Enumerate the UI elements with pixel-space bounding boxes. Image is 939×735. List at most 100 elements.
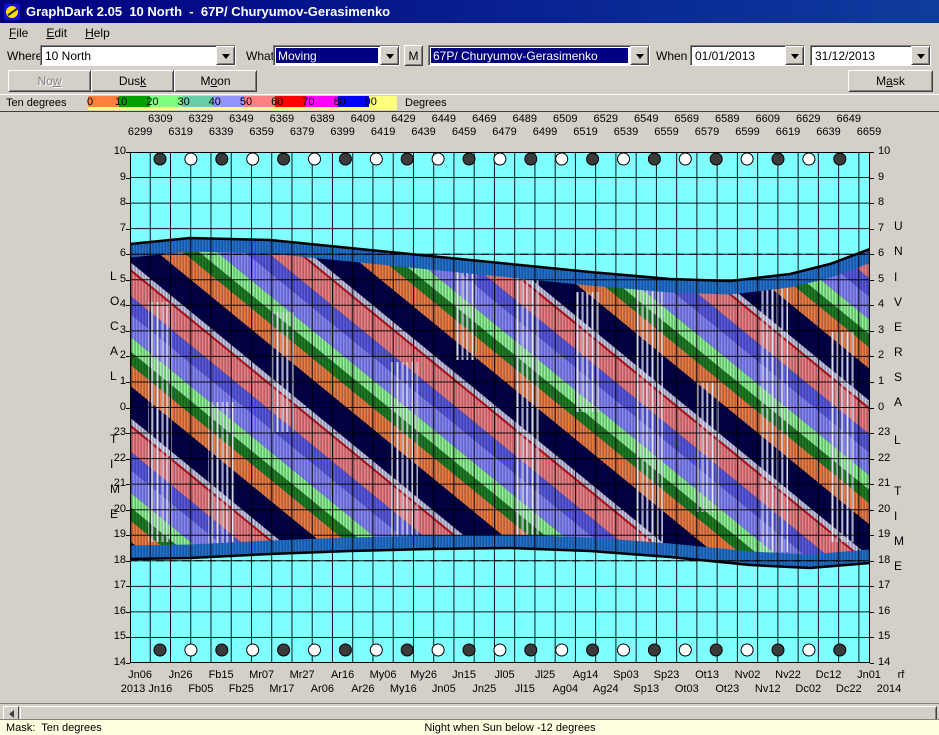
right-axis-letter: L bbox=[894, 433, 901, 447]
bottom-axis-label: Jn26 bbox=[168, 669, 193, 681]
axis-tick bbox=[126, 535, 130, 537]
date-to-combobox[interactable]: 31/12/2013 bbox=[810, 45, 931, 66]
left-axis-letter: T bbox=[110, 432, 118, 446]
right-axis-letter: I bbox=[894, 509, 898, 523]
top-axis-label: 6539 bbox=[613, 126, 639, 138]
chevron-down-icon[interactable] bbox=[630, 46, 649, 65]
right-hour-label: 9 bbox=[878, 170, 885, 183]
top-axis-label: 6399 bbox=[330, 126, 355, 138]
top-axis-label: 6299 bbox=[127, 126, 153, 138]
legend-tick: 0 bbox=[86, 96, 94, 108]
where-combobox[interactable]: 10 North bbox=[40, 45, 236, 66]
right-hour-label: 16 bbox=[878, 604, 891, 617]
top-axis-label: 6659 bbox=[856, 126, 882, 138]
date-to-value: 31/12/2013 bbox=[815, 49, 876, 63]
legend-tick: 70 bbox=[302, 96, 315, 108]
bottom-axis-label: Nv02 bbox=[734, 669, 761, 681]
bottom-axis-label: Mr17 bbox=[269, 683, 295, 695]
top-axis-label: 6629 bbox=[796, 113, 821, 125]
bottom-axis-label: Jn06 bbox=[128, 669, 153, 681]
axis-tick bbox=[126, 663, 130, 664]
right-hour-label: 14 bbox=[878, 656, 891, 668]
left-hour-label: 7 bbox=[119, 221, 126, 234]
right-hour-label: 0 bbox=[878, 400, 885, 413]
right-hour-label: 22 bbox=[878, 451, 891, 464]
chevron-down-icon[interactable] bbox=[216, 46, 235, 65]
left-hour-label: 6 bbox=[119, 247, 126, 260]
top-axis-label: 6619 bbox=[775, 126, 801, 138]
top-axis-label: 6499 bbox=[532, 126, 558, 138]
top-axis-label: 6379 bbox=[289, 126, 315, 138]
object-value: 67P/ Churyumov-Gerasimenko bbox=[431, 48, 628, 63]
bottom-axis-label: Fb15 bbox=[208, 669, 234, 681]
date-from-combobox[interactable]: 01/01/2013 bbox=[690, 45, 805, 66]
top-axis-label: 6489 bbox=[512, 113, 538, 125]
chevron-down-icon[interactable] bbox=[380, 46, 399, 65]
horizontal-scrollbar[interactable] bbox=[0, 703, 939, 721]
left-hour-label: 18 bbox=[113, 553, 126, 566]
bottom-axis-label: My26 bbox=[410, 669, 438, 681]
top-axis-label: 6639 bbox=[816, 126, 841, 138]
right-hour-label: 10 bbox=[878, 145, 891, 157]
moon-button[interactable]: Mo on bbox=[174, 70, 257, 92]
axis-tick bbox=[870, 484, 874, 486]
axis-tick bbox=[870, 611, 874, 613]
bottom-axis-label: rf bbox=[897, 669, 905, 681]
axis-tick bbox=[870, 152, 874, 153]
chevron-down-icon[interactable] bbox=[911, 46, 930, 65]
app-icon bbox=[4, 3, 20, 20]
chart-area: 6309 6329 6349 6369 6389 6409 6429 6449 6469 6489… bbox=[0, 112, 939, 703]
menu-item-edit[interactable]: Edit bbox=[37, 24, 76, 42]
bottom-axis-label: Sp23 bbox=[653, 669, 680, 681]
bottom-axis-label: Sp13 bbox=[633, 683, 660, 695]
menu-item-help[interactable]: Help bbox=[76, 24, 119, 42]
bottom-axis-label: Ot13 bbox=[695, 669, 719, 681]
left-axis-letter: L bbox=[110, 269, 117, 283]
legend-tick: 90 bbox=[364, 96, 377, 108]
menu-item-file[interactable]: File bbox=[0, 24, 37, 42]
axis-tick bbox=[870, 407, 874, 409]
axis-tick bbox=[870, 381, 874, 383]
right-hour-label: 4 bbox=[878, 298, 885, 311]
toolbar: Where 10 North What Moving M 67P/ Churyu… bbox=[0, 42, 939, 69]
bottom-axis-label: Dc22 bbox=[835, 683, 862, 695]
object-combobox[interactable]: 67P/ Churyumov-Gerasimenko bbox=[428, 45, 650, 66]
chevron-down-icon[interactable] bbox=[785, 46, 804, 65]
left-axis-letter: O bbox=[110, 294, 120, 308]
legend-label: Ten degrees bbox=[6, 97, 67, 109]
axis-tick bbox=[870, 330, 874, 332]
top-axis-label: 6429 bbox=[391, 113, 416, 125]
now-button[interactable]: No w bbox=[8, 70, 91, 92]
bottom-axis-label: Nv22 bbox=[775, 669, 801, 681]
dusk-button[interactable]: Dus k bbox=[91, 70, 174, 92]
status-night-text: Night when Sun below -12 degrees bbox=[424, 722, 596, 734]
top-axis-label: 6359 bbox=[249, 126, 274, 138]
right-axis-letter: V bbox=[894, 295, 903, 309]
axis-tick bbox=[870, 254, 874, 256]
bottom-axis-label: Jl05 bbox=[494, 669, 515, 681]
left-axis-letter: I bbox=[110, 457, 114, 471]
where-label: Where bbox=[7, 49, 43, 63]
left-axis-letter: C bbox=[110, 319, 119, 333]
bottom-axis-label: Jn15 bbox=[452, 669, 476, 681]
bottom-axis-label: Ar26 bbox=[351, 683, 375, 695]
left-hour-label: 9 bbox=[119, 170, 126, 183]
right-axis-letter: E bbox=[894, 559, 903, 573]
right-axis-letter: U bbox=[894, 219, 903, 233]
legend-tick: 60 bbox=[271, 96, 284, 108]
axis-tick bbox=[870, 637, 874, 639]
axis-tick bbox=[870, 586, 874, 588]
m-button[interactable]: M bbox=[404, 45, 423, 66]
top-axis-label: 6449 bbox=[431, 113, 457, 125]
axis-tick bbox=[126, 458, 130, 460]
top-axis-label: 6389 bbox=[310, 113, 335, 125]
mask-button[interactable]: Ma sk bbox=[848, 70, 933, 92]
bottom-axis-label: Ag14 bbox=[572, 669, 599, 681]
left-hour-label: 19 bbox=[113, 528, 126, 541]
axis-tick bbox=[126, 177, 130, 179]
axis-tick bbox=[870, 458, 874, 460]
axis-tick bbox=[126, 381, 130, 383]
what-combobox[interactable]: Moving bbox=[273, 45, 400, 66]
title-bar[interactable]: GraphDark 2.05 10 North - 67P/ Churyumov… bbox=[0, 0, 939, 23]
axis-tick bbox=[870, 433, 874, 435]
